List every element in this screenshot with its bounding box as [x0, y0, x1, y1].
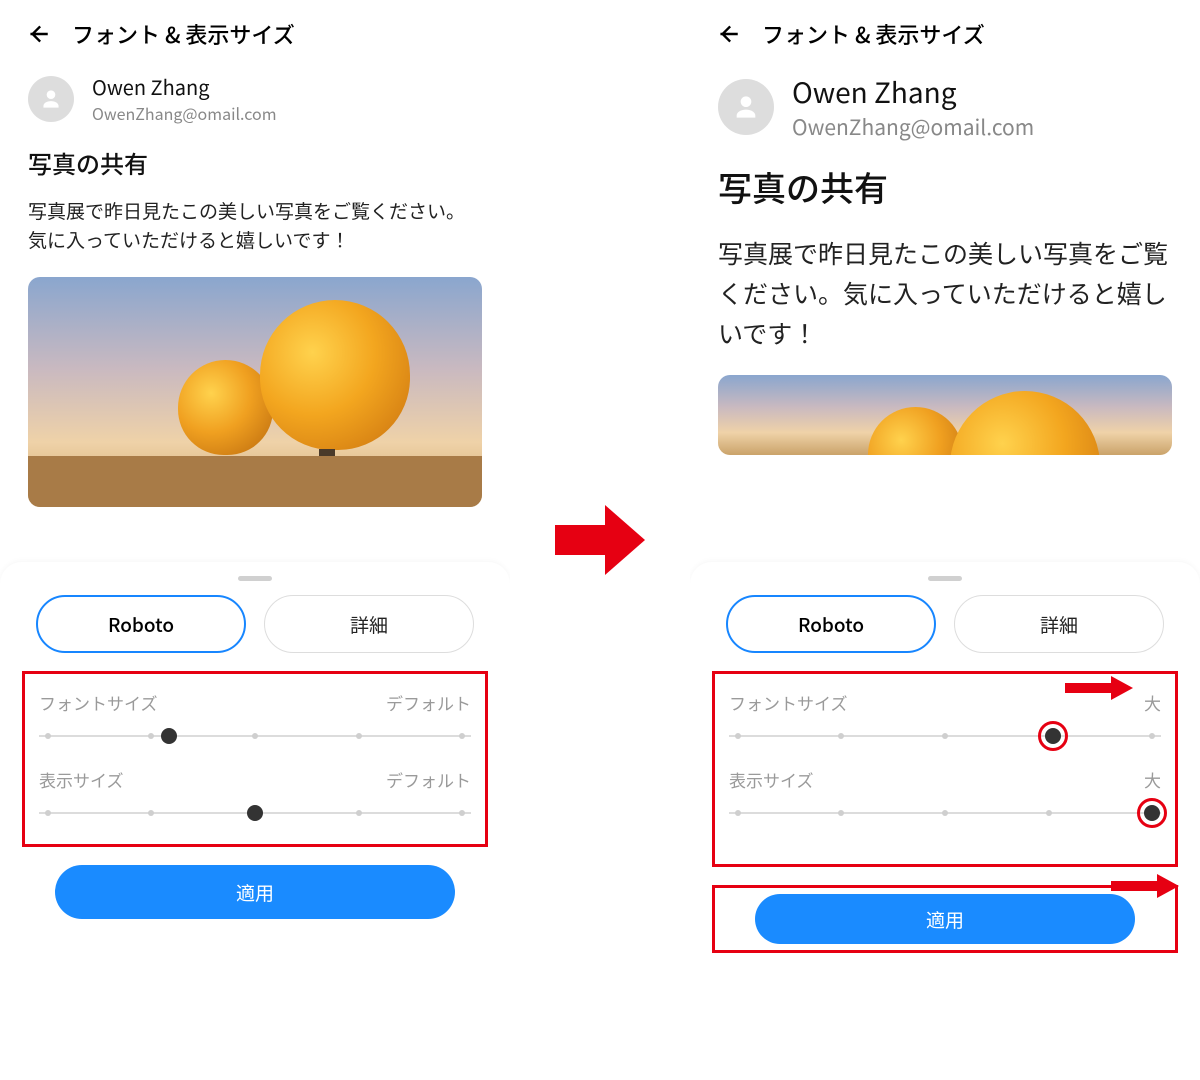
avatar	[28, 76, 74, 122]
display-size-value: 大	[1144, 767, 1161, 792]
font-size-knob[interactable]	[1045, 728, 1061, 744]
font-size-slider: フォントサイズ デフォルト	[39, 690, 471, 747]
font-size-value: 大	[1144, 690, 1161, 715]
profile-name: Owen Zhang	[792, 72, 1034, 112]
profile-name: Owen Zhang	[92, 72, 277, 101]
tab-more[interactable]: 詳細	[264, 595, 474, 653]
profile-email: OwenZhang@omail.com	[792, 112, 1034, 142]
display-size-knob[interactable]	[1144, 805, 1160, 821]
back-arrow-icon	[715, 21, 741, 47]
font-size-label: フォントサイズ	[729, 690, 848, 715]
topbar: フォント & 表示サイズ	[0, 0, 510, 64]
display-size-track[interactable]	[729, 802, 1161, 824]
sheet-handle[interactable]	[928, 576, 962, 581]
avatar	[718, 79, 774, 135]
display-size-value: デフォルト	[386, 767, 471, 792]
sliders-box-highlight: フォントサイズ デフォルト 表示サイズ デフォルト	[22, 671, 488, 847]
preview-content: Owen Zhang OwenZhang@omail.com 写真の共有 写真展…	[690, 64, 1200, 455]
profile-email: OwenZhang@omail.com	[92, 101, 277, 125]
back-arrow-icon	[25, 21, 51, 47]
tab-roboto[interactable]: Roboto	[36, 595, 246, 653]
display-size-slider: 表示サイズ デフォルト	[39, 767, 471, 824]
font-size-slider: フォントサイズ 大	[729, 690, 1161, 747]
arrow-right-icon	[555, 505, 645, 575]
preview-content: Owen Zhang OwenZhang@omail.com 写真の共有 写真展…	[0, 64, 510, 507]
sliders-box-highlight: フォントサイズ 大 表示サイズ 大	[712, 671, 1178, 867]
person-icon	[38, 86, 64, 112]
font-size-value: デフォルト	[386, 690, 471, 715]
post-title: 写真の共有	[28, 145, 482, 180]
font-size-label: フォントサイズ	[39, 690, 158, 715]
phone-after: フォント & 表示サイズ Owen Zhang OwenZhang@omail.…	[690, 0, 1200, 1080]
tab-roboto[interactable]: Roboto	[726, 595, 936, 653]
profile-row: Owen Zhang OwenZhang@omail.com	[718, 72, 1172, 142]
preview-image	[718, 375, 1172, 455]
display-size-label: 表示サイズ	[729, 767, 814, 792]
page-title: フォント & 表示サイズ	[72, 18, 295, 50]
topbar: フォント & 表示サイズ	[690, 0, 1200, 64]
apply-button[interactable]: 適用	[55, 865, 455, 919]
font-size-track[interactable]	[729, 725, 1161, 747]
page-title: フォント & 表示サイズ	[762, 18, 985, 50]
preview-image	[28, 277, 482, 507]
font-tabs: Roboto 詳細	[712, 595, 1178, 653]
back-button[interactable]	[714, 20, 742, 48]
post-body: 写真展で昨日見たこの美しい写真をご覧ください。気に入っていただけると嬉しいです！	[28, 196, 482, 255]
tab-more[interactable]: 詳細	[954, 595, 1164, 653]
display-size-track[interactable]	[39, 802, 471, 824]
profile-row: Owen Zhang OwenZhang@omail.com	[28, 72, 482, 125]
sheet-handle[interactable]	[238, 576, 272, 581]
transition-arrow	[510, 0, 690, 1080]
bottom-sheet: Roboto 詳細 フォントサイズ デフォルト	[0, 562, 510, 1080]
phone-before: フォント & 表示サイズ Owen Zhang OwenZhang@omail.…	[0, 0, 510, 1080]
display-size-label: 表示サイズ	[39, 767, 124, 792]
display-size-knob[interactable]	[247, 805, 263, 821]
apply-wrap: 適用	[22, 865, 488, 919]
font-size-knob[interactable]	[161, 728, 177, 744]
post-body: 写真展で昨日見たこの美しい写真をご覧ください。気に入っていただけると嬉しいです！	[718, 233, 1172, 353]
display-size-slider: 表示サイズ 大	[729, 767, 1161, 824]
font-size-track[interactable]	[39, 725, 471, 747]
post-title: 写真の共有	[718, 162, 1172, 211]
font-tabs: Roboto 詳細	[22, 595, 488, 653]
apply-wrap-highlight: 適用	[712, 885, 1178, 953]
bottom-sheet: Roboto 詳細 フォントサイズ 大	[690, 562, 1200, 1080]
apply-button[interactable]: 適用	[755, 894, 1135, 944]
back-button[interactable]	[24, 20, 52, 48]
person-icon	[730, 91, 762, 123]
